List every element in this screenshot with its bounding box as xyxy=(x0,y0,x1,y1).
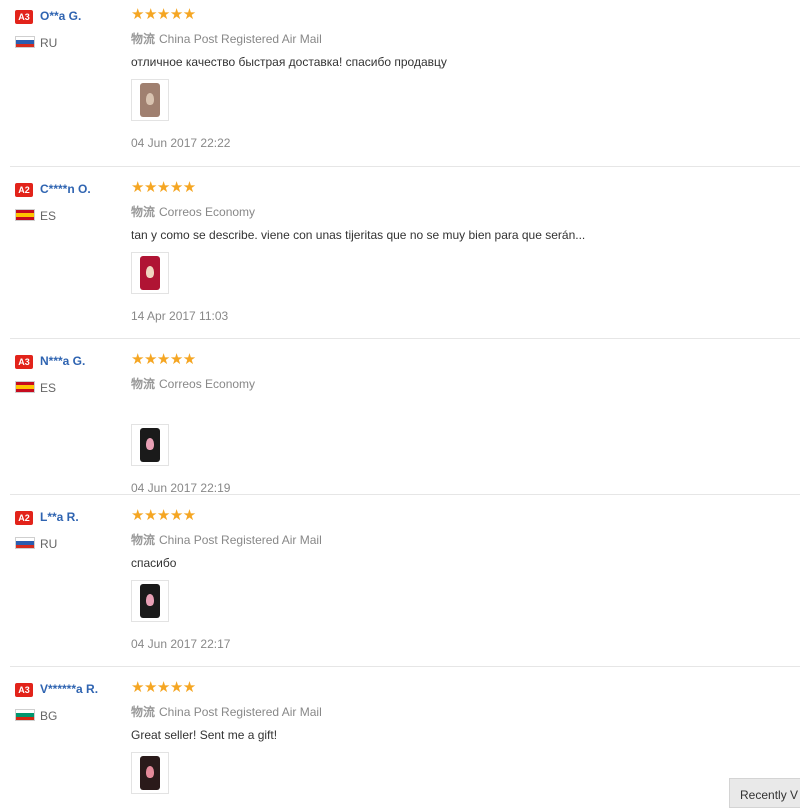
reviewer-name[interactable]: C****n O. xyxy=(40,182,91,196)
reviewer-country: RU xyxy=(40,36,58,50)
buyer-level-badge: A3 xyxy=(15,355,33,369)
shipping-method: 物流 China Post Registered Air Mail xyxy=(131,703,322,720)
country-flag-icon xyxy=(15,36,35,48)
shipping-method: 物流 China Post Registered Air Mail xyxy=(131,531,322,548)
shipping-method: 物流 China Post Registered Air Mail xyxy=(131,30,322,47)
rating-stars: ★★★★★ xyxy=(131,507,196,524)
shipping-method-label: Correos Economy xyxy=(159,205,256,219)
review-divider xyxy=(10,666,800,667)
rating-stars: ★★★★★ xyxy=(131,179,196,196)
reviewer-name[interactable]: O**a G. xyxy=(40,9,81,23)
rating-stars: ★★★★★ xyxy=(131,6,196,23)
review-date: 04 Jun 2017 22:19 xyxy=(131,481,231,495)
review-photo-thumbnail[interactable] xyxy=(131,252,169,294)
country-flag-icon xyxy=(15,537,35,549)
recently-viewed-button[interactable]: Recently V xyxy=(729,778,800,808)
country-flag-icon xyxy=(15,709,35,721)
review-photo-thumbnail[interactable] xyxy=(131,752,169,794)
reviewer-country: BG xyxy=(40,709,58,723)
country-flag-icon xyxy=(15,209,35,221)
review-date: 04 Jun 2017 22:22 xyxy=(131,136,231,150)
buyer-level-badge: A3 xyxy=(15,10,33,24)
buyer-level-badge: A2 xyxy=(15,183,33,197)
reviewer-country: ES xyxy=(40,381,57,395)
shipping-method-label: China Post Registered Air Mail xyxy=(159,705,322,719)
review-photo-thumbnail[interactable] xyxy=(131,79,169,121)
review-text: спасибо xyxy=(131,556,177,570)
review-date: 14 Apr 2017 11:03 xyxy=(131,309,229,323)
shipping-method-label: Correos Economy xyxy=(159,377,256,391)
review-divider xyxy=(10,494,800,495)
review-divider xyxy=(10,166,800,167)
buyer-level-badge: A3 xyxy=(15,683,33,697)
logistics-icon: 物流 xyxy=(131,533,156,547)
reviewer-name[interactable]: N***a G. xyxy=(40,354,85,368)
review-photo-thumbnail[interactable] xyxy=(131,580,169,622)
reviewer-name[interactable]: V******a R. xyxy=(40,682,98,696)
buyer-level-badge: A2 xyxy=(15,511,33,525)
review-divider xyxy=(10,338,800,339)
review-text: Great seller! Sent me a gift! xyxy=(131,728,278,742)
rating-stars: ★★★★★ xyxy=(131,679,196,696)
review-text: tan y como se describe. viene con unas t… xyxy=(131,228,586,242)
reviewer-country: RU xyxy=(40,537,58,551)
review-photo-thumbnail[interactable] xyxy=(131,424,169,466)
review-date: 04 Jun 2017 22:17 xyxy=(131,637,231,651)
shipping-method: 物流 Correos Economy xyxy=(131,203,255,220)
country-flag-icon xyxy=(15,381,35,393)
shipping-method-label: China Post Registered Air Mail xyxy=(159,32,322,46)
reviewer-country: ES xyxy=(40,209,57,223)
review-text: отличное качество быстрая доставка! спас… xyxy=(131,55,447,69)
logistics-icon: 物流 xyxy=(131,205,156,219)
logistics-icon: 物流 xyxy=(131,32,156,46)
reviewer-name[interactable]: L**a R. xyxy=(40,510,79,524)
shipping-method: 物流 Correos Economy xyxy=(131,375,255,392)
logistics-icon: 物流 xyxy=(131,705,156,719)
rating-stars: ★★★★★ xyxy=(131,351,196,368)
logistics-icon: 物流 xyxy=(131,377,156,391)
shipping-method-label: China Post Registered Air Mail xyxy=(159,533,322,547)
